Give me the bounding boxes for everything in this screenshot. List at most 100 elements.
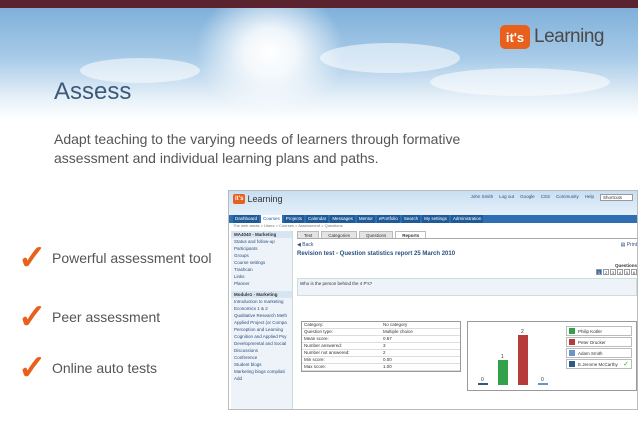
- app-header: it's Learning John Smith Log out Google …: [229, 191, 637, 215]
- table-row: Number not answered: 2: [302, 350, 460, 357]
- bullet-item: ✓ Peer assessment: [18, 298, 161, 336]
- nav-item[interactable]: Projects: [283, 215, 305, 223]
- back-label: Back: [302, 242, 314, 248]
- sidebar-item[interactable]: Applied Project (or Compa: [231, 319, 292, 326]
- sidebar-item[interactable]: Developmental and Social: [231, 340, 292, 347]
- nav-item[interactable]: Mentor: [356, 215, 375, 223]
- page-button[interactable]: 6: [631, 269, 637, 275]
- nav-item[interactable]: My settings: [422, 215, 449, 223]
- print-link[interactable]: ▤ Print: [621, 242, 637, 248]
- page-button[interactable]: 4: [617, 269, 623, 275]
- report-actions: ◀ Back ▤ Print: [297, 242, 637, 248]
- bar-value-label: 0: [481, 377, 484, 383]
- nav-item[interactable]: Messages: [330, 215, 355, 223]
- app-logo[interactable]: it's Learning: [233, 194, 282, 204]
- top-stripe: [0, 0, 638, 8]
- table-row: Min score: 0.00: [302, 357, 460, 364]
- nav-item[interactable]: Calendar: [306, 215, 329, 223]
- sidebar-item[interactable]: Student blogs: [231, 361, 292, 368]
- user-link[interactable]: Google: [520, 194, 535, 201]
- sidebar-item[interactable]: Qualitative Research Meth: [231, 312, 292, 319]
- stat-label: Min score:: [304, 357, 325, 362]
- stat-label: Number not answered:: [304, 350, 350, 355]
- chart-legend: Philip Kotler Peter Drucker Adam Smith E…: [566, 326, 632, 370]
- legend-label: Adam Smith: [578, 350, 603, 356]
- table-row: Category: No category: [302, 322, 460, 329]
- answer-bar: [498, 360, 508, 385]
- checkmark-icon: ✓: [18, 298, 47, 336]
- nav-item[interactable]: Search: [401, 215, 421, 223]
- legend-swatch: [569, 328, 575, 334]
- legend-item: Adam Smith: [566, 348, 632, 358]
- back-link[interactable]: ◀ Back: [297, 242, 313, 248]
- questions-label: Questions: [614, 263, 637, 268]
- stat-value: 2: [383, 350, 386, 355]
- user-link[interactable]: CSS: [541, 194, 550, 201]
- nav-item[interactable]: Dashboard: [233, 215, 260, 223]
- answer-bar: [538, 383, 548, 385]
- sidebar-item[interactable]: Groups: [231, 252, 292, 259]
- sidebar-item[interactable]: Discussions: [231, 347, 292, 354]
- sidebar-item[interactable]: Perception and Learning: [231, 326, 292, 333]
- sidebar-item[interactable]: Introduction to marketing: [231, 298, 292, 305]
- sidebar-item[interactable]: Cognition and Applied Psy: [231, 333, 292, 340]
- bullet-item: ✓ Online auto tests: [18, 351, 158, 385]
- sidebar-item[interactable]: Status and follow-up: [231, 238, 292, 245]
- user-link[interactable]: Community: [556, 194, 579, 201]
- stat-value: 3: [383, 343, 386, 348]
- nav-item[interactable]: ePortfolio: [376, 215, 400, 223]
- user-link[interactable]: Help: [585, 194, 594, 201]
- shortcuts-select[interactable]: Shortcuts: [599, 194, 633, 201]
- page-button[interactable]: 1: [596, 269, 602, 275]
- stat-label: Category:: [304, 322, 324, 327]
- stats-table: Category: No category Question type: Multi…: [301, 321, 461, 372]
- app-main-nav: Dashboard Courses Projects Calendar Mess…: [229, 215, 637, 223]
- sidebar-item[interactable]: Participants: [231, 245, 292, 252]
- brand-badge: it's: [500, 25, 530, 49]
- tab-reports[interactable]: Reports: [395, 231, 427, 238]
- page-button[interactable]: 2: [603, 269, 609, 275]
- user-links: John Smith Log out Google CSS Community …: [471, 194, 633, 201]
- sidebar-item[interactable]: Course settings: [231, 259, 292, 266]
- stat-label: Max score:: [304, 364, 327, 369]
- app-logo-badge: it's: [233, 194, 246, 204]
- stat-value: 0.67: [383, 336, 392, 341]
- bar-value-label: 1: [501, 354, 504, 360]
- sidebar-item[interactable]: Marketing blogs compilati: [231, 368, 292, 375]
- bar-value-label: 0: [541, 377, 544, 383]
- page-button[interactable]: 5: [624, 269, 630, 275]
- correct-answer-check-icon: ✓: [623, 361, 629, 368]
- sidebar-item[interactable]: Links: [231, 273, 292, 280]
- sidebar-item[interactable]: Economics 1 & 2: [231, 305, 292, 312]
- sun-glare: [195, 8, 345, 118]
- sidebar-item[interactable]: Planner: [231, 280, 292, 287]
- user-link[interactable]: John Smith: [471, 194, 494, 201]
- tab-categories[interactable]: Categories: [321, 231, 358, 238]
- legend-swatch: [569, 339, 575, 345]
- sidebar-item[interactable]: Trashcan: [231, 266, 292, 273]
- sidebar-module-title[interactable]: Module1 - Marketing: [231, 291, 292, 298]
- page-button[interactable]: 3: [610, 269, 616, 275]
- cloud: [430, 68, 610, 96]
- checkmark-icon: ✓: [18, 239, 47, 277]
- bullet-text: Peer assessment: [52, 309, 161, 325]
- stat-value: Multiple choice: [383, 329, 413, 334]
- user-link[interactable]: Log out: [499, 194, 514, 201]
- sidebar-item[interactable]: Add: [231, 375, 292, 382]
- table-row: Number answered: 3: [302, 343, 460, 350]
- questions-header: Questions: [297, 263, 637, 268]
- legend-swatch: [569, 350, 575, 356]
- sidebar-item[interactable]: Conference: [231, 354, 292, 361]
- nav-item[interactable]: Administration: [450, 215, 484, 223]
- embedded-screenshot: it's Learning John Smith Log out Google …: [228, 190, 638, 410]
- sidebar-course-title[interactable]: MA4040 - Marketing: [231, 231, 292, 238]
- nav-item-active[interactable]: Courses: [261, 215, 282, 223]
- print-label: Print: [626, 242, 637, 248]
- question-pager: 1 2 3 4 5 6: [297, 269, 637, 275]
- tab-test[interactable]: Test: [297, 231, 320, 238]
- breadcrumb: The web areas > Users > Courses > Assess…: [233, 223, 343, 228]
- table-row: Question type: Multiple choice: [302, 329, 460, 336]
- tab-questions[interactable]: Questions: [359, 231, 394, 238]
- bullet-text: Online auto tests: [52, 360, 158, 376]
- slide-subtitle: Adapt teaching to the varying needs of l…: [54, 131, 461, 166]
